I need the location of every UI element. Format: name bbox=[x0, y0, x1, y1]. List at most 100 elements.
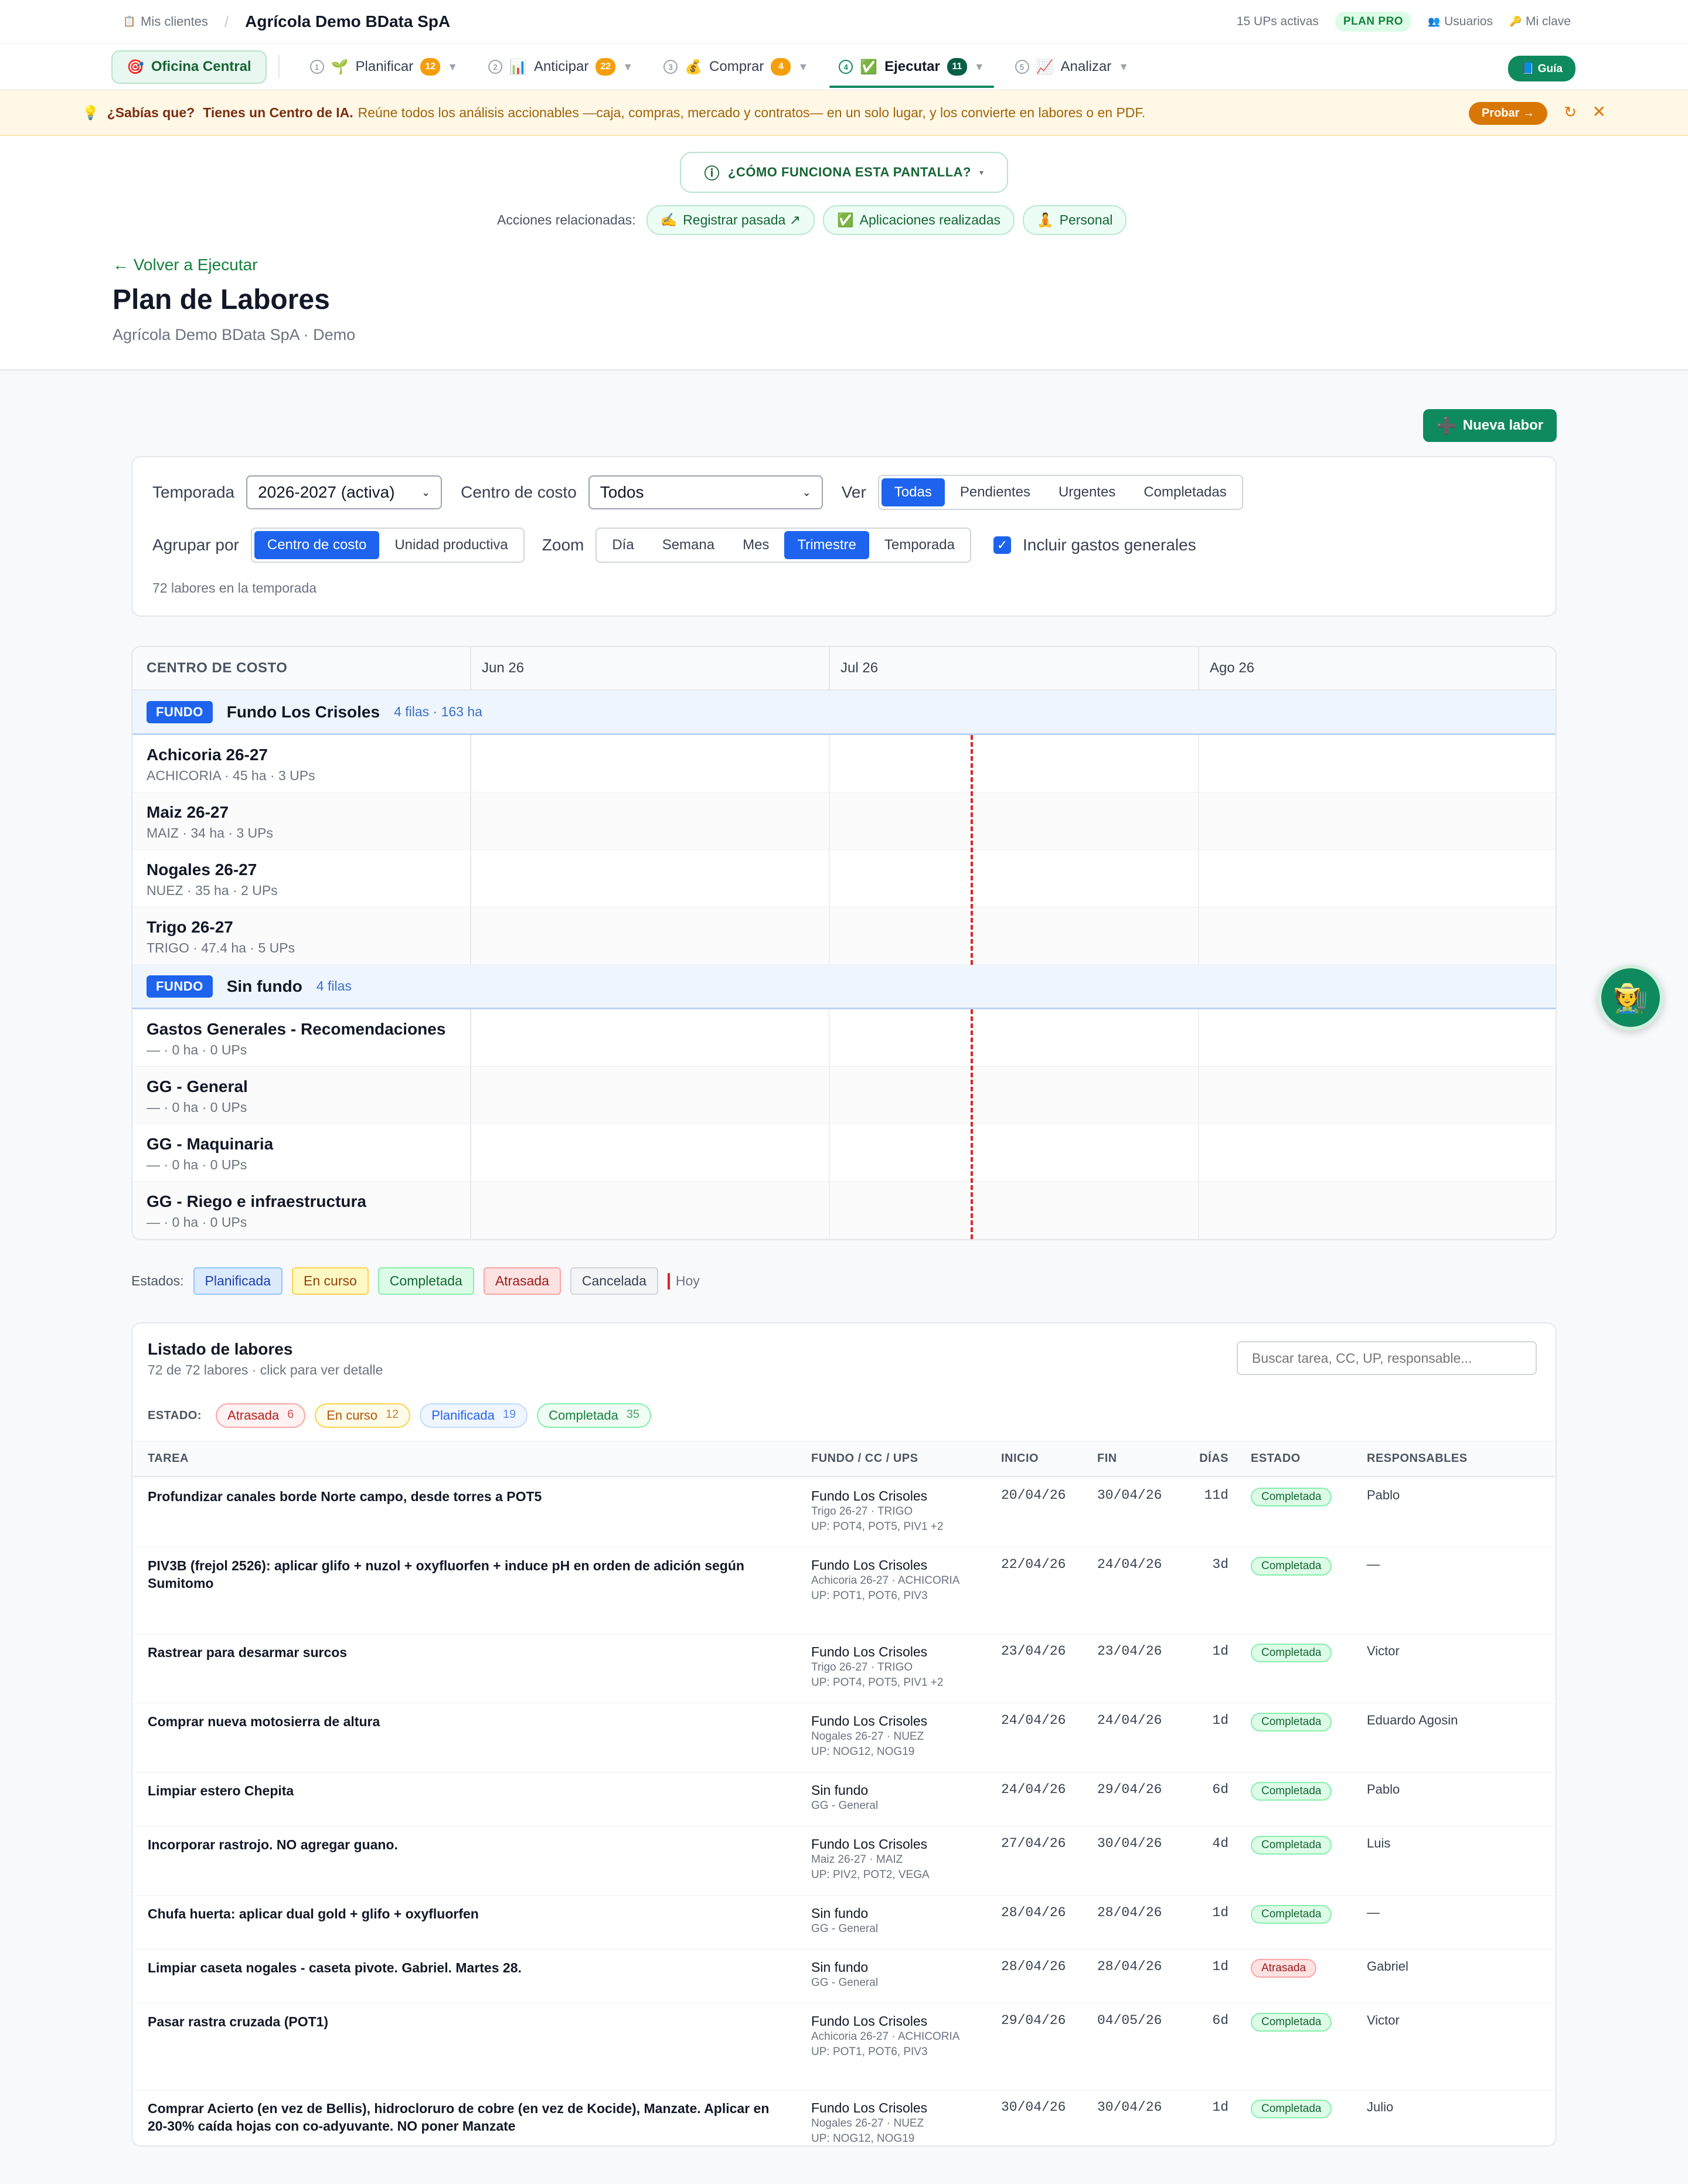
row-ups: UP: PIV2, POT2, VEGA bbox=[811, 1869, 930, 1881]
col-header-end[interactable]: FIN bbox=[1097, 1452, 1117, 1465]
group-by-segmented: Centro de costo Unidad productiva bbox=[250, 528, 525, 563]
table-row[interactable]: Limpiar estero Chepita Sin fundo GG - Gene… bbox=[132, 1773, 1556, 1826]
table-row[interactable]: Rastrear para desarmar surcos Fundo Los C… bbox=[132, 1634, 1556, 1703]
col-header-fundo[interactable]: FUNDO / CC / UPS bbox=[811, 1452, 987, 1465]
col-header-task[interactable]: TAREA bbox=[148, 1452, 787, 1465]
cost-center-select[interactable]: Todos ⌄ bbox=[588, 475, 823, 509]
row-days: 11d bbox=[1204, 1488, 1228, 1503]
zoom-label: Zoom bbox=[542, 536, 584, 554]
col-header-start[interactable]: INICIO bbox=[1001, 1452, 1039, 1465]
gantt-row[interactable]: Trigo 26-27 TRIGO · 47.4 ha · 5 UPs bbox=[132, 907, 1556, 965]
nav-item-comprar[interactable]: 3 💰 Comprar 4 ▼ bbox=[648, 43, 823, 90]
refresh-icon[interactable]: ↻ bbox=[1564, 103, 1577, 121]
record-pass-button[interactable]: ✍️ Registrar pasada ↗ bbox=[646, 205, 815, 235]
chevron-down-icon[interactable]: ▼ bbox=[622, 61, 633, 73]
gantt-group-header[interactable]: FUNDO Fundo Los Crisoles 4 filas · 163 h… bbox=[132, 690, 1556, 735]
group-option-cost-center[interactable]: Centro de costo bbox=[254, 531, 380, 559]
table-row[interactable]: PIV3B (frejol 2526): aplicar glifo + nuz… bbox=[132, 1547, 1556, 1634]
gantt-row[interactable]: GG - General — · 0 ha · 0 UPs bbox=[132, 1067, 1556, 1124]
nav-item-ejecutar[interactable]: 4 ✅ Ejecutar 11 ▼ bbox=[823, 43, 999, 90]
row-cost-center: GG - General bbox=[811, 1977, 879, 1989]
filter-chip-completada[interactable]: Completada 35 bbox=[537, 1403, 652, 1428]
nav-item-planificar[interactable]: 1 🌱 Planificar 12 ▼ bbox=[295, 43, 473, 90]
record-pass-label: Registrar pasada ↗ bbox=[683, 212, 801, 227]
how-it-works-button[interactable]: ⓘ ¿CÓMO FUNCIONA ESTA PANTALLA? ▾ bbox=[680, 152, 1008, 193]
zoom-option-semana[interactable]: Semana bbox=[649, 531, 727, 559]
gantt-row[interactable]: Nogales 26-27 NUEZ · 35 ha · 2 UPs bbox=[132, 850, 1556, 907]
gantt-row[interactable]: GG - Maquinaria — · 0 ha · 0 UPs bbox=[132, 1124, 1556, 1182]
step-number: 4 bbox=[839, 60, 853, 74]
zoom-option-trimestre[interactable]: Trimestre bbox=[784, 531, 869, 559]
cost-center-name: Gastos Generales - Recomendaciones bbox=[147, 1020, 446, 1038]
search-input[interactable] bbox=[1237, 1341, 1537, 1375]
task-name: Comprar nueva motosierra de altura bbox=[148, 1714, 380, 1729]
topbar-right: 15 UPs activas PLAN PRO 👥 Usuarios 🔑 Mi … bbox=[1237, 0, 1571, 43]
table-row[interactable]: Comprar nueva motosierra de altura Fundo … bbox=[132, 1703, 1556, 1773]
my-clients-link[interactable]: 📋 Mis clientes bbox=[123, 14, 208, 29]
nav-home-button[interactable]: 🎯 Oficina Central bbox=[111, 50, 267, 84]
view-option-todas[interactable]: Todas bbox=[881, 478, 945, 506]
col-header-status[interactable]: ESTADO bbox=[1251, 1452, 1301, 1465]
chevron-down-icon[interactable]: ▼ bbox=[798, 61, 808, 73]
view-option-pendientes[interactable]: Pendientes bbox=[947, 478, 1043, 506]
row-start-date: 20/04/26 bbox=[1001, 1488, 1066, 1503]
status-badge: Completada bbox=[1251, 1836, 1332, 1855]
applications-done-button[interactable]: ✅ Aplicaciones realizadas bbox=[822, 205, 1015, 235]
row-end-date: 30/04/26 bbox=[1097, 1836, 1162, 1851]
row-responsible: Victor bbox=[1367, 2013, 1400, 2027]
close-icon[interactable]: ✕ bbox=[1592, 102, 1606, 121]
status-badge: Completada bbox=[1251, 1713, 1332, 1731]
filter-chip-atrasada[interactable]: Atrasada 6 bbox=[216, 1403, 306, 1428]
today-line bbox=[971, 735, 973, 965]
new-task-button[interactable]: ➕ Nueva labor bbox=[1423, 409, 1557, 442]
page: 📋 Mis clientes / Agrícola Demo BData SpA… bbox=[0, 0, 1688, 2184]
filter-chip-label: En curso bbox=[326, 1408, 378, 1423]
gantt-group-header[interactable]: FUNDO Sin fundo 4 filas bbox=[132, 965, 1556, 1009]
gantt-cell bbox=[830, 1124, 1199, 1181]
group-option-productive-unit[interactable]: Unidad productiva bbox=[382, 531, 520, 559]
gantt-row[interactable]: Maiz 26-27 MAIZ · 34 ha · 3 UPs bbox=[132, 792, 1556, 850]
guide-button[interactable]: 📘 Guía bbox=[1507, 56, 1575, 81]
chevron-down-icon[interactable]: ▼ bbox=[1118, 61, 1129, 73]
filter-chip-en-curso[interactable]: En curso 12 bbox=[315, 1403, 411, 1428]
nav-item-anticipar[interactable]: 2 📊 Anticipar 22 ▼ bbox=[473, 43, 648, 90]
task-name: Limpiar estero Chepita bbox=[148, 1783, 294, 1798]
zoom-option-temporada[interactable]: Temporada bbox=[872, 531, 968, 559]
try-button[interactable]: Probar → bbox=[1468, 102, 1547, 125]
row-responsible: — bbox=[1367, 1557, 1380, 1571]
status-badge: Completada bbox=[1251, 2013, 1332, 2032]
gantt-row[interactable]: Achicoria 26-27 ACHICORIA · 45 ha · 3 UPs bbox=[132, 735, 1556, 792]
gantt-row[interactable]: Gastos Generales - Recomendaciones — · 0 … bbox=[132, 1009, 1556, 1067]
view-option-completadas[interactable]: Completadas bbox=[1131, 478, 1239, 506]
chevron-down-icon[interactable]: ▼ bbox=[447, 61, 458, 73]
gantt-cell bbox=[471, 735, 830, 792]
col-header-responsible[interactable]: RESPONSABLES bbox=[1367, 1452, 1468, 1465]
col-header-days[interactable]: DÍAS bbox=[1193, 1452, 1228, 1465]
filter-chip-planificada[interactable]: Planificada 19 bbox=[420, 1403, 528, 1428]
table-row[interactable]: Comprar Acierto (en vez de Bellis), hidr… bbox=[132, 2090, 1556, 2145]
row-fundo: Fundo Los Crisoles bbox=[811, 2013, 928, 2029]
season-select[interactable]: 2026-2027 (activa) ⌄ bbox=[246, 475, 443, 509]
table-row[interactable]: Profundizar canales borde Norte campo, d… bbox=[132, 1478, 1556, 1547]
gantt-row[interactable]: GG - Riego e infraestructura — · 0 ha · 0… bbox=[132, 1182, 1556, 1239]
row-ups: UP: POT4, POT5, PIV1 +2 bbox=[811, 1520, 944, 1533]
back-link[interactable]: ← Volver a Ejecutar bbox=[113, 256, 257, 274]
table-row[interactable]: Chufa huerta: aplicar dual gold + glifo … bbox=[132, 1896, 1556, 1950]
table-row[interactable]: Limpiar caseta nogales - caseta pivote. … bbox=[132, 1950, 1556, 2003]
view-option-urgentes[interactable]: Urgentes bbox=[1046, 478, 1128, 506]
chevron-down-icon[interactable]: ▼ bbox=[974, 61, 985, 73]
zoom-option-dia[interactable]: Día bbox=[599, 531, 646, 559]
nav-item-analizar[interactable]: 5 📈 Analizar ▼ bbox=[1000, 43, 1144, 90]
zoom-option-mes[interactable]: Mes bbox=[730, 531, 782, 559]
table-row[interactable]: Incorporar rastrojo. NO agregar guano. Fu… bbox=[132, 1826, 1556, 1896]
table-row[interactable]: Pasar rastra cruzada (POT1) Fundo Los Cri… bbox=[132, 2003, 1556, 2090]
gantt-row-label: Trigo 26-27 TRIGO · 47.4 ha · 5 UPs bbox=[132, 907, 471, 964]
tip-lead: ¿Sabías que? bbox=[107, 104, 195, 120]
row-fundo: Sin fundo bbox=[811, 1960, 869, 1975]
password-link[interactable]: 🔑 Mi clave bbox=[1509, 15, 1571, 29]
gantt-cell bbox=[1199, 1067, 1556, 1124]
include-general-checkbox[interactable]: ✓ bbox=[993, 536, 1011, 554]
personnel-button[interactable]: 🧘 Personal bbox=[1022, 205, 1127, 235]
assistant-fab[interactable]: 🧑‍🌾 bbox=[1598, 965, 1663, 1030]
users-link[interactable]: 👥 Usuarios bbox=[1428, 15, 1493, 29]
